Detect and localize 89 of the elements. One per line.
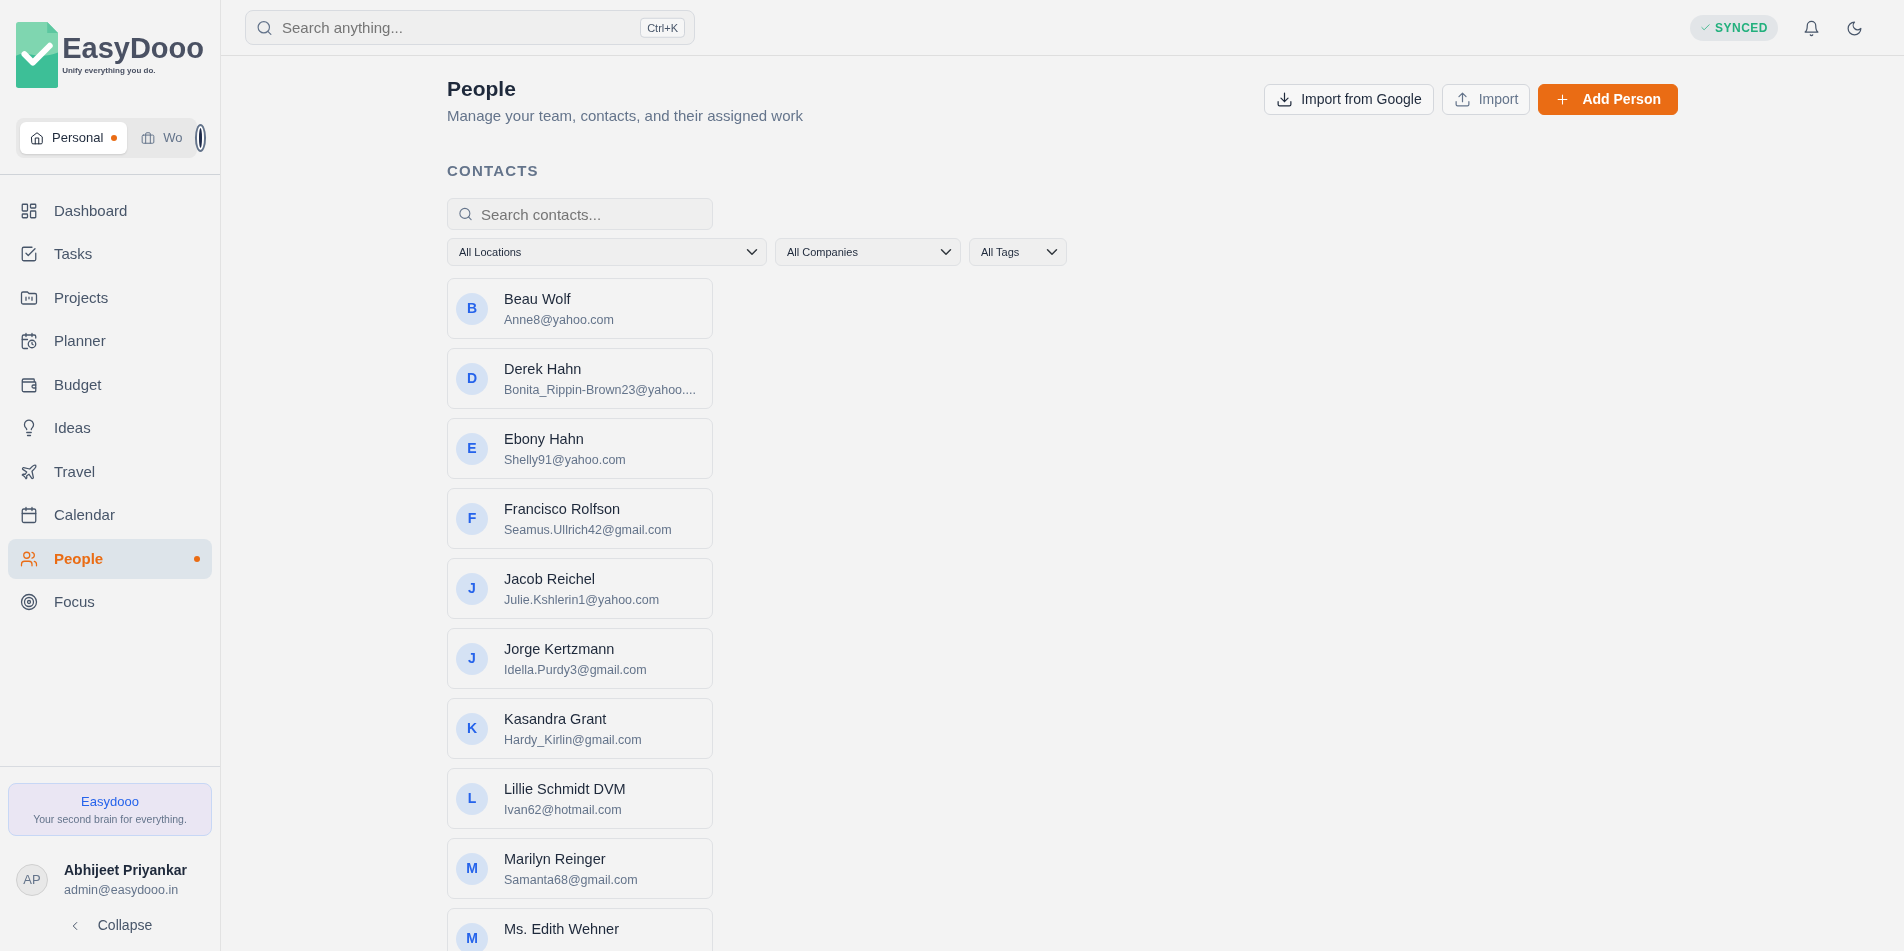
contact-name: Beau Wolf <box>504 290 572 310</box>
contact-search-field[interactable]: Search contacts... <box>447 198 713 231</box>
check-icon <box>1700 22 1711 33</box>
contact-avatar: F <box>456 502 488 535</box>
contact-card[interactable]: M Marilyn Reinger Samanta68@gmail.com <box>447 838 713 900</box>
contact-email: Samanta68@gmail.com <box>504 871 638 889</box>
contact-avatar: J <box>456 572 488 605</box>
page-title: People <box>447 76 517 102</box>
contact-email: Hardy_Kirlin@gmail.com <box>504 731 642 749</box>
workspace-tab[interactable]: Wo <box>131 122 193 154</box>
contact-name: Derek Hahn <box>504 360 583 380</box>
contact-email: Idella.Purdy3@gmail.com <box>504 661 647 679</box>
briefcase-icon <box>141 130 156 145</box>
filter-dropdown[interactable]: All Companies <box>775 238 961 267</box>
wallet-icon <box>20 375 38 394</box>
upload-icon <box>1453 91 1471 108</box>
contact-card[interactable]: J Jorge Kertzmann Idella.Purdy3@gmail.com <box>447 628 713 690</box>
download-icon <box>1276 91 1294 108</box>
contact-name: Marilyn Reinger <box>504 850 607 870</box>
promo-text: Your second brain for everything. <box>32 811 188 827</box>
people-icon <box>20 549 38 568</box>
sidebar-item[interactable]: Focus <box>8 582 212 623</box>
contact-avatar: M <box>456 852 488 885</box>
shortcut-hint: Ctrl+K <box>640 17 685 38</box>
search-icon <box>458 206 473 222</box>
contact-card[interactable]: B Beau Wolf Anne8@yahoo.com <box>447 278 713 340</box>
sidebar-item[interactable]: Planner <box>8 321 212 362</box>
sidebar-item[interactable]: Travel <box>8 451 212 492</box>
user-avatar: AP <box>16 864 48 897</box>
contact-name: Ms. Edith Wehner <box>504 920 619 940</box>
contact-avatar: K <box>456 712 488 745</box>
contact-email: Anne8@yahoo.com <box>504 311 614 329</box>
workspace-tab[interactable]: Personal <box>20 122 128 154</box>
contact-card[interactable]: E Ebony Hahn Shelly91@yahoo.com <box>447 418 713 480</box>
brand-tagline: Unify everything you do. <box>62 64 157 77</box>
folder-icon <box>20 288 38 307</box>
moon-icon <box>1846 19 1863 37</box>
calendar-clock-icon <box>20 332 38 351</box>
target-icon <box>20 593 38 612</box>
contact-email: Bonita_Rippin-Brown23@yahoo.... <box>504 381 696 399</box>
page-subtitle: Manage your team, contacts, and their assigned work <box>447 106 804 127</box>
sidebar-item[interactable]: Budget <box>8 364 212 405</box>
sidebar-item[interactable]: Calendar <box>8 495 212 536</box>
contact-card[interactable]: K Kasandra Grant Hardy_Kirlin@gmail.com <box>447 698 713 760</box>
user-name: Abhijeet Priyankar <box>64 861 187 881</box>
contact-name: Lillie Schmidt DVM <box>504 780 626 800</box>
import-google-button[interactable]: Import from Google <box>1264 84 1434 115</box>
plane-icon <box>20 462 38 481</box>
sidebar-item[interactable]: Projects <box>8 277 212 318</box>
contact-name: Francisco Rolfson <box>504 500 622 520</box>
contact-card[interactable]: J Jacob Reichel Julie.Kshlerin1@yahoo.com <box>447 558 713 620</box>
dashboard-icon <box>20 201 38 220</box>
home-icon <box>30 130 44 145</box>
sidebar-item[interactable]: Tasks <box>8 234 212 275</box>
brand-name: EasyDooo <box>62 33 204 65</box>
import-button[interactable]: Import <box>1441 84 1531 115</box>
collapse-button[interactable]: Collapse <box>54 908 166 943</box>
sidebar-item[interactable]: Ideas <box>8 408 212 449</box>
bell-icon <box>1803 19 1820 37</box>
contact-avatar: M <box>456 922 488 951</box>
contact-card[interactable]: M Ms. Edith Wehner <box>447 908 713 951</box>
contact-avatar: D <box>456 362 488 395</box>
contact-name: Ebony Hahn <box>504 430 585 450</box>
contact-email: Ivan62@hotmail.com <box>504 801 623 819</box>
contact-avatar: J <box>456 642 488 675</box>
contact-name: Kasandra Grant <box>504 710 608 730</box>
filter-dropdown[interactable]: All Locations <box>447 238 767 267</box>
section-heading: CONTACTS <box>447 160 540 181</box>
user-email: admin@easydooo.in <box>64 882 180 900</box>
contact-avatar: L <box>456 782 488 815</box>
contact-name: Jacob Reichel <box>504 570 597 590</box>
contact-name: Jorge Kertzmann <box>504 640 616 660</box>
cursor-dot <box>196 125 204 150</box>
contact-avatar: B <box>456 292 488 325</box>
contact-avatar: E <box>456 432 488 465</box>
contact-email: Julie.Kshlerin1@yahoo.com <box>504 591 660 609</box>
calendar-icon <box>20 506 38 525</box>
sync-status: SYNCED <box>1690 14 1778 41</box>
contact-card[interactable]: L Lillie Schmidt DVM Ivan62@hotmail.com <box>447 768 713 830</box>
contact-card[interactable]: F Francisco Rolfson Seamus.Ullrich42@gmail.com <box>447 488 713 550</box>
checkbox-icon <box>20 245 38 264</box>
filter-dropdown[interactable]: All Tags <box>969 238 1067 267</box>
sidebar-item[interactable]: Dashboard <box>8 190 212 231</box>
contact-card[interactable]: D Derek Hahn Bonita_Rippin-Brown23@yahoo.... <box>447 348 713 410</box>
contact-email: Seamus.Ullrich42@gmail.com <box>504 521 672 539</box>
contact-email: Shelly91@yahoo.com <box>504 451 626 469</box>
plus-icon <box>1555 92 1571 107</box>
search-icon <box>256 19 273 36</box>
promo-title: Easydooo <box>80 793 140 811</box>
